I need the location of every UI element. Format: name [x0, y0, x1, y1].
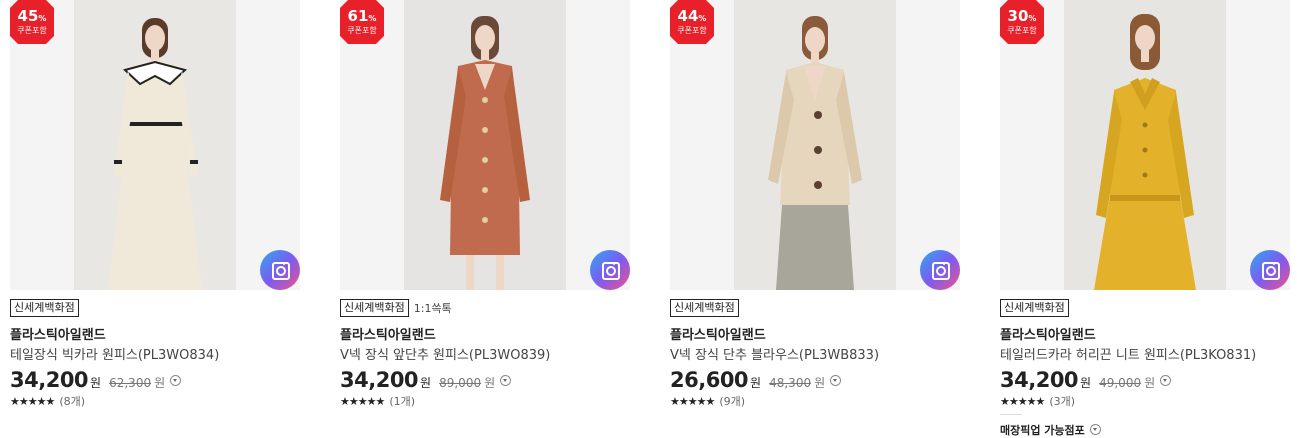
price-row: 34,200 원 62,300 원	[10, 368, 182, 392]
rating: ★★★★★ (8개)	[10, 393, 85, 409]
price-row: 34,200 원 89,000 원	[340, 368, 512, 392]
coupon-label: 쿠폰포함	[1007, 26, 1037, 35]
original-price: 49,000	[1099, 376, 1142, 390]
store-badge: 신세계백화점	[670, 299, 739, 317]
store-badge: 신세계백화점	[1000, 299, 1069, 317]
product-name[interactable]: 테일러드카라 허리끈 니트 원피스(PL3KO831)	[1000, 344, 1256, 363]
discount-value: 44	[677, 7, 699, 25]
original-price: 89,000	[439, 376, 482, 390]
review-count: (3개)	[1049, 395, 1076, 408]
sale-price: 34,200	[1000, 368, 1079, 392]
discount-badge: 44% 쿠폰포함	[670, 0, 714, 44]
price-info-icon[interactable]	[170, 375, 182, 386]
product-card[interactable]: 45% 쿠폰포함 신세계백화점 플라스틱아일랜드 테일장식 빅카라 원피스(PL…	[10, 0, 300, 435]
price-row: 26,600 원 48,300 원	[670, 368, 842, 392]
rating: ★★★★★ (9개)	[670, 393, 745, 409]
sale-price: 34,200	[340, 368, 419, 392]
review-count: (9개)	[719, 395, 746, 408]
original-price: 62,300	[109, 376, 152, 390]
price-info-icon[interactable]	[830, 375, 842, 386]
divider	[1000, 414, 1022, 415]
discount-value: 61	[347, 7, 369, 25]
product-grid: 45% 쿠폰포함 신세계백화점 플라스틱아일랜드 테일장식 빅카라 원피스(PL…	[0, 0, 1297, 438]
camera-lens-icon[interactable]	[1250, 250, 1290, 290]
discount-value: 30	[1007, 7, 1029, 25]
product-name[interactable]: V넥 장식 단추 블라우스(PL3WB833)	[670, 344, 879, 363]
pickup-store-link[interactable]: 매장픽업 가능점포	[1000, 422, 1101, 438]
camera-lens-icon[interactable]	[260, 250, 300, 290]
product-card[interactable]: 44% 쿠폰포함 신세계백화점 플라스틱아일랜드 V넥 장식 단추 블라우스(P…	[670, 0, 960, 435]
store-badge: 신세계백화점	[10, 299, 79, 317]
coupon-label: 쿠폰포함	[677, 26, 707, 35]
original-price: 48,300	[769, 376, 812, 390]
pickup-info-icon[interactable]	[1089, 423, 1101, 435]
brand-name[interactable]: 플라스틱아일랜드	[10, 324, 106, 343]
star-rating: ★★★★★	[670, 394, 715, 408]
camera-lens-icon[interactable]	[920, 250, 960, 290]
product-card[interactable]: 61% 쿠폰포함 신세계백화점 1:1쓱톡 플라스틱아일랜드 V넥 장식 앞단추…	[340, 0, 630, 435]
star-rating: ★★★★★	[1000, 394, 1045, 408]
camera-lens-icon[interactable]	[590, 250, 630, 290]
discount-badge: 45% 쿠폰포함	[10, 0, 54, 44]
product-card[interactable]: 30% 쿠폰포함 신세계백화점 플라스틱아일랜드 테일러드카라 허리끈 니트 원…	[1000, 0, 1290, 438]
discount-value: 45	[17, 7, 39, 25]
review-count: (1개)	[389, 395, 416, 408]
rating: ★★★★★ (3개)	[1000, 393, 1075, 409]
sale-price: 34,200	[10, 368, 89, 392]
product-name[interactable]: V넥 장식 앞단추 원피스(PL3WO839)	[340, 344, 550, 363]
coupon-label: 쿠폰포함	[17, 26, 47, 35]
brand-name[interactable]: 플라스틱아일랜드	[670, 324, 766, 343]
sale-price: 26,600	[670, 368, 749, 392]
store-badge: 신세계백화점	[340, 299, 409, 317]
discount-badge: 61% 쿠폰포함	[340, 0, 384, 44]
brand-name[interactable]: 플라스틱아일랜드	[1000, 324, 1096, 343]
price-info-icon[interactable]	[1160, 375, 1172, 386]
price-info-icon[interactable]	[500, 375, 512, 386]
brand-name[interactable]: 플라스틱아일랜드	[340, 324, 436, 343]
star-rating: ★★★★★	[340, 394, 385, 408]
review-count: (8개)	[59, 395, 86, 408]
rating: ★★★★★ (1개)	[340, 393, 415, 409]
star-rating: ★★★★★	[10, 394, 55, 408]
chat-label[interactable]: 1:1쓱톡	[414, 300, 452, 316]
price-row: 34,200 원 49,000 원	[1000, 368, 1172, 392]
pickup-label: 매장픽업 가능점포	[1000, 424, 1085, 437]
discount-badge: 30% 쿠폰포함	[1000, 0, 1044, 44]
product-name[interactable]: 테일장식 빅카라 원피스(PL3WO834)	[10, 344, 219, 363]
coupon-label: 쿠폰포함	[347, 26, 377, 35]
